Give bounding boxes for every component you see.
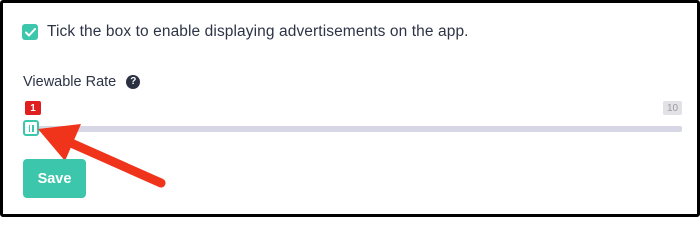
viewable-rate-header: Viewable Rate ? [23,74,141,90]
viewable-rate-slider-track[interactable] [25,126,682,132]
save-button[interactable]: Save [23,159,86,198]
viewable-rate-slider-handle[interactable] [23,120,39,136]
ads-checkbox-row[interactable]: Tick the box to enable displaying advert… [22,23,469,41]
settings-panel: Tick the box to enable displaying advert… [0,0,700,217]
ads-checkbox[interactable] [22,24,38,40]
grip-line [32,124,34,132]
grip-line [28,124,30,132]
checkmark-icon [24,27,36,36]
question-circle-icon[interactable]: ? [126,75,141,89]
slider-value-badge: 1 [25,101,41,115]
ads-checkbox-label[interactable]: Tick the box to enable displaying advert… [47,23,469,41]
viewable-rate-label: Viewable Rate [23,74,117,90]
slider-max-badge: 10 [663,101,682,115]
